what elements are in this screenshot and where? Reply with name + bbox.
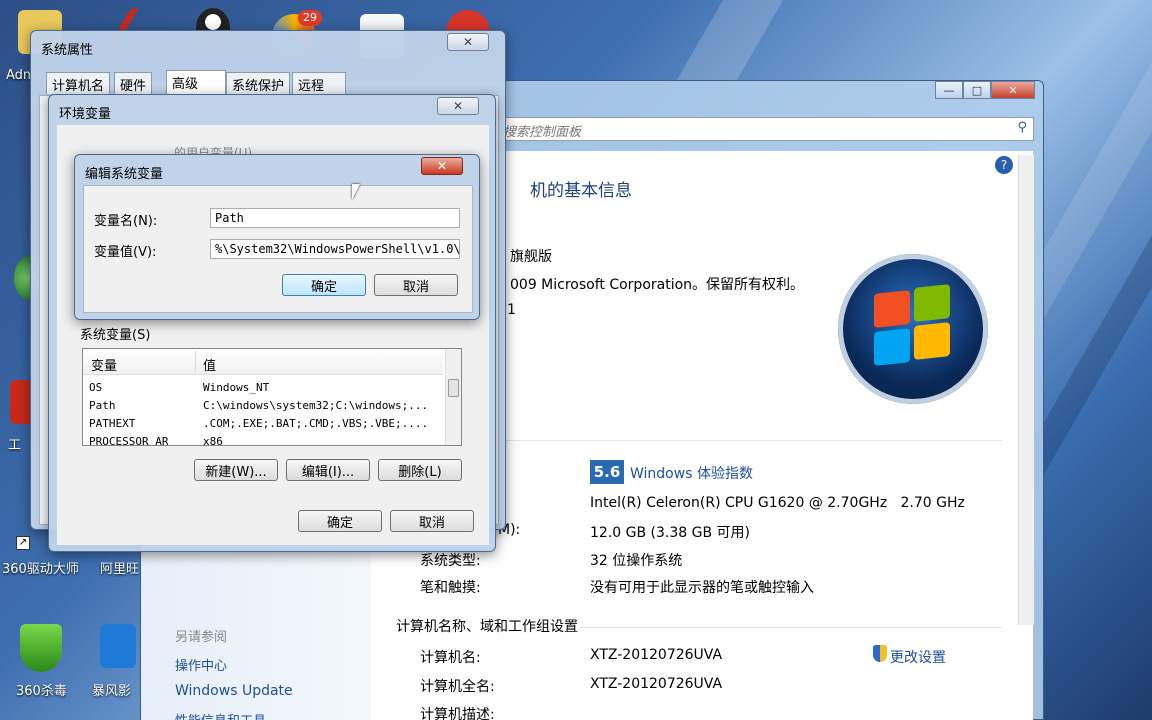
system-type-value: 32 位操作系统: [590, 553, 683, 569]
see-also-heading: 另请参阅: [175, 630, 228, 645]
windows-update-link[interactable]: Windows Update: [175, 683, 293, 699]
copyright-text: 009 Microsoft Corporation。保留所有权利。: [510, 277, 805, 293]
list-scrollbar[interactable]: [445, 349, 461, 445]
search-placeholder: 搜索控制面板: [503, 125, 582, 140]
new-variable-button[interactable]: 新建(W)...: [194, 459, 278, 481]
edit-variable-button[interactable]: 编辑(I)...: [286, 459, 370, 481]
page-title: 机的基本信息: [530, 181, 632, 201]
desktop-icon-label: 360驱动大师: [2, 562, 79, 577]
shield-icon: [873, 645, 887, 662]
system-type-label: 系统类型:: [420, 553, 481, 569]
antivirus-shield-icon[interactable]: [20, 624, 62, 672]
caption-buttons: — □ ✕: [935, 81, 1035, 101]
close-button[interactable]: ✕: [991, 81, 1035, 99]
maximize-button[interactable]: □: [963, 81, 991, 99]
computer-name-value: XTZ-20120726UVA: [590, 647, 723, 663]
edition-text: 旗舰版: [510, 249, 552, 265]
change-settings-link[interactable]: 更改设置: [890, 647, 946, 667]
vertical-scrollbar[interactable]: [1018, 155, 1034, 625]
dialog-title: 编辑系统变量: [85, 167, 164, 182]
table-row-name[interactable]: PATHEXT: [89, 417, 135, 430]
list-header: [83, 349, 443, 375]
close-button[interactable]: ✕: [437, 97, 479, 115]
pen-touch-label: 笔和触摸:: [420, 580, 481, 596]
action-center-link[interactable]: 操作中心: [175, 655, 227, 674]
desktop-icon-label: 暴风影: [92, 684, 132, 699]
tab-system-protection[interactable]: 系统保护: [226, 72, 291, 94]
pen-touch-value: 没有可用于此显示器的笔或触控输入: [590, 580, 814, 596]
column-header-variable[interactable]: 变量: [91, 355, 117, 374]
dialog-title: 环境变量: [59, 107, 112, 122]
experience-index-link[interactable]: Windows 体验指数: [630, 463, 753, 483]
variable-value-label: 变量值(V):: [94, 245, 157, 260]
cancel-button[interactable]: 取消: [374, 274, 458, 296]
notification-badge: 29: [298, 10, 322, 26]
windows-logo: [838, 254, 988, 404]
close-icon[interactable]: ✕: [421, 157, 463, 175]
cancel-button[interactable]: 取消: [390, 510, 474, 532]
table-row-name[interactable]: PROCESSOR_AR: [89, 435, 168, 445]
tab-remote[interactable]: 远程: [292, 72, 346, 94]
close-button[interactable]: ✕: [447, 33, 489, 51]
tab-hardware[interactable]: 硬件: [114, 72, 153, 94]
search-icon[interactable]: ⚲: [1017, 120, 1027, 135]
dialog-title: 系统属性: [41, 43, 94, 58]
driver-master-shortcut-arrow: ↗: [16, 536, 30, 550]
minimize-button[interactable]: —: [935, 81, 963, 99]
mouse-cursor-icon: [352, 184, 360, 200]
ram-value: 12.0 GB (3.38 GB 可用): [590, 525, 750, 541]
full-name-value: XTZ-20120726UVA: [590, 676, 723, 692]
table-row-value[interactable]: Windows_NT: [203, 381, 443, 394]
ok-button[interactable]: 确定: [282, 274, 366, 296]
system-variables-list[interactable]: 变量 值 OS Windows_NT Path C:\windows\syste…: [82, 348, 462, 446]
table-row-name[interactable]: OS: [89, 381, 102, 394]
tab-computer-name[interactable]: 计算机名: [46, 72, 111, 94]
media-player-icon[interactable]: [100, 624, 136, 668]
delete-variable-button[interactable]: 删除(L): [378, 459, 462, 481]
table-row-value[interactable]: C:\windows\system32;C:\windows;...: [203, 399, 443, 412]
column-header-value[interactable]: 值: [203, 355, 216, 374]
processor-value: Intel(R) Celeron(R) CPU G1620 @ 2.70GHz …: [590, 495, 965, 511]
search-input[interactable]: 搜索控制面板 ⚲: [496, 117, 1034, 141]
computer-name-section-title: 计算机名称、域和工作组设置: [396, 619, 578, 635]
service-pack-text: 1: [507, 302, 516, 318]
rating-badge[interactable]: 5.6: [590, 460, 624, 484]
computer-name-label: 计算机名:: [420, 650, 481, 666]
table-row-value[interactable]: .COM;.EXE;.BAT;.CMD;.VBS;.VBE;....: [203, 417, 443, 430]
ok-button[interactable]: 确定: [298, 510, 382, 532]
desktop-icon-label: 工: [8, 438, 22, 453]
variable-name-label: 变量名(N):: [94, 214, 158, 229]
full-name-label: 计算机全名:: [420, 679, 495, 695]
tab-advanced[interactable]: 高级: [166, 70, 226, 95]
desktop-icon-label: 阿里旺: [100, 562, 140, 577]
table-row-value[interactable]: x86: [203, 435, 443, 445]
variable-name-input[interactable]: Path: [210, 208, 460, 228]
description-label: 计算机描述:: [420, 707, 495, 720]
table-row-name[interactable]: Path: [89, 399, 116, 412]
variable-value-input[interactable]: %\System32\WindowsPowerShell\v1.0\;: [210, 239, 460, 259]
desktop-icon-label: 360杀毒: [16, 684, 67, 699]
help-icon[interactable]: ?: [995, 156, 1013, 174]
system-vars-label: 系统变量(S): [80, 328, 151, 343]
performance-tools-link[interactable]: 性能信息和工具: [175, 710, 266, 720]
